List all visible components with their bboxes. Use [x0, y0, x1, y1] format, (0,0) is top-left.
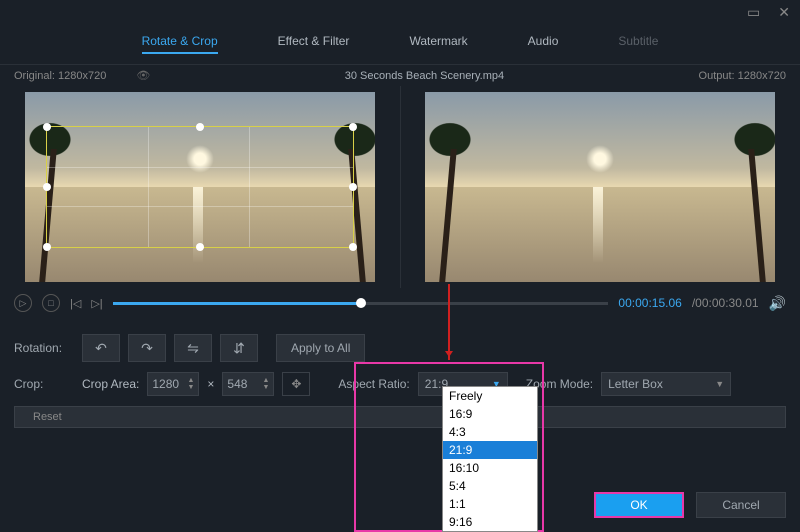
aspect-ratio-label: Aspect Ratio: [338, 377, 409, 391]
seekbar[interactable] [113, 302, 609, 305]
stop-button[interactable]: □ [42, 294, 60, 312]
next-frame-button[interactable]: ▷| [91, 297, 102, 310]
preview-output [401, 86, 800, 288]
aspect-option-21-9[interactable]: 21:9 [443, 441, 537, 459]
tab-effect-filter[interactable]: Effect & Filter [278, 30, 350, 54]
aspect-option-freely[interactable]: Freely [443, 387, 537, 405]
flip-horizontal-button[interactable]: ⇋ [174, 334, 212, 362]
tab-rotate-crop[interactable]: Rotate & Crop [142, 30, 218, 54]
crop-height-input[interactable]: 548▲▼ [222, 372, 274, 396]
chevron-down-icon: ▼ [715, 379, 724, 389]
ok-button[interactable]: OK [594, 492, 684, 518]
crop-handle[interactable] [43, 183, 51, 191]
aspect-option-9-16[interactable]: 9:16 [443, 513, 537, 531]
crop-handle[interactable] [43, 243, 51, 251]
current-time: 00:00:15.06 [618, 296, 681, 310]
original-resolution: Original: 1280x720 [14, 70, 106, 82]
filename: 30 Seconds Beach Scenery.mp4 [345, 70, 504, 82]
play-button[interactable]: ▷ [14, 294, 32, 312]
output-resolution: Output: 1280x720 [699, 70, 786, 82]
aspect-option-5-4[interactable]: 5:4 [443, 477, 537, 495]
rotate-right-button[interactable]: ↷ [128, 334, 166, 362]
preview-original [0, 86, 401, 288]
prev-frame-button[interactable]: |◁ [70, 297, 81, 310]
apply-to-all-button[interactable]: Apply to All [276, 334, 365, 362]
minimize-icon[interactable]: ▭ [747, 4, 760, 21]
crop-handle[interactable] [196, 243, 204, 251]
aspect-option-1-1[interactable]: 1:1 [443, 495, 537, 513]
flip-vertical-button[interactable]: ⇵ [220, 334, 258, 362]
total-time: /00:00:30.01 [692, 296, 759, 310]
crop-handle[interactable] [349, 243, 357, 251]
eye-icon[interactable]: 👁 [136, 69, 150, 82]
reset-button[interactable]: Reset [14, 406, 786, 428]
volume-icon[interactable]: 🔊 [769, 295, 786, 312]
rotate-left-button[interactable]: ↶ [82, 334, 120, 362]
times-symbol: × [207, 377, 214, 391]
crop-label: Crop: [14, 377, 74, 391]
zoom-mode-select[interactable]: Letter Box▼ [601, 372, 731, 396]
crop-handle[interactable] [43, 123, 51, 131]
close-icon[interactable]: ✕ [778, 4, 790, 21]
crop-width-input[interactable]: 1280▲▼ [147, 372, 199, 396]
crop-selection[interactable] [46, 126, 354, 248]
aspect-option-4-3[interactable]: 4:3 [443, 423, 537, 441]
tab-subtitle[interactable]: Subtitle [618, 30, 658, 54]
aspect-option-16-10[interactable]: 16:10 [443, 459, 537, 477]
aspect-ratio-dropdown: Freely 16:9 4:3 21:9 16:10 5:4 1:1 9:16 [442, 386, 538, 532]
aspect-option-16-9[interactable]: 16:9 [443, 405, 537, 423]
crop-area-label: Crop Area: [82, 377, 139, 391]
crop-handle[interactable] [349, 123, 357, 131]
tab-audio[interactable]: Audio [528, 30, 559, 54]
center-crop-button[interactable]: ✥ [282, 372, 310, 396]
crop-handle[interactable] [196, 123, 204, 131]
crop-handle[interactable] [349, 183, 357, 191]
cancel-button[interactable]: Cancel [696, 492, 786, 518]
rotation-label: Rotation: [14, 341, 74, 355]
tab-watermark[interactable]: Watermark [409, 30, 467, 54]
